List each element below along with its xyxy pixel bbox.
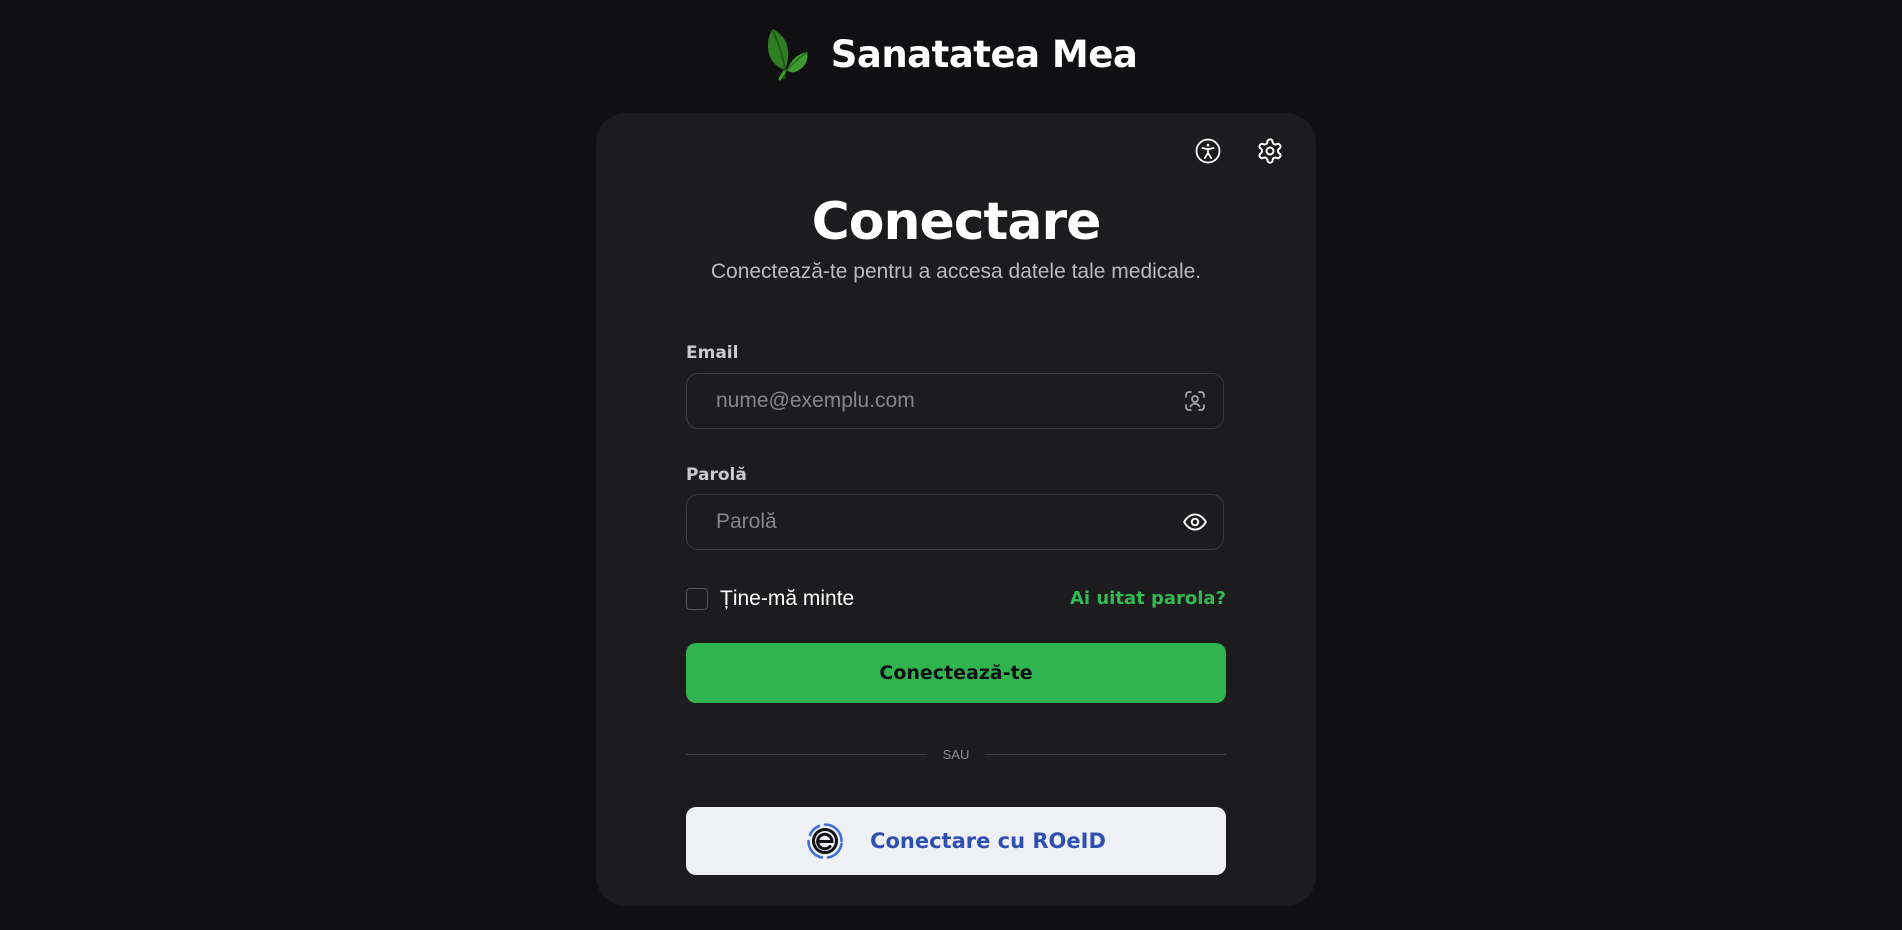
password-field[interactable] <box>687 495 1157 549</box>
password-label: Parolă <box>686 465 747 485</box>
page-subtitle: Conectează-te pentru a accesa datele tal… <box>710 260 1202 283</box>
app-title: Sanatatea Mea <box>830 32 1138 76</box>
remember-me-label: Ține-mă minte <box>720 587 855 610</box>
accessibility-icon <box>1194 137 1222 169</box>
divider-line-right <box>985 753 1227 755</box>
divider-line-left <box>686 753 927 755</box>
brand-header: Sanatatea Mea <box>0 26 1902 82</box>
eye-icon[interactable] <box>1181 508 1209 536</box>
accessibility-button[interactable] <box>1189 134 1227 172</box>
remember-me[interactable]: Ține-mă minte <box>686 585 854 613</box>
gear-icon <box>1256 137 1284 169</box>
settings-button[interactable] <box>1251 134 1289 172</box>
password-field-wrapper <box>686 494 1224 550</box>
remember-me-checkbox[interactable] <box>686 588 708 610</box>
roeid-login-label: Conectare cu ROeID <box>870 829 1106 853</box>
login-card: Conectare Conectează-te pentru a accesa … <box>596 113 1316 906</box>
leaf-icon <box>765 26 811 82</box>
or-divider: SAU <box>686 744 1227 764</box>
contact-scan-icon[interactable] <box>1181 387 1209 415</box>
forgot-password-link[interactable]: Ai uitat parola? <box>1070 585 1226 613</box>
roeid-login-button[interactable]: Conectare cu ROeID <box>686 807 1226 875</box>
email-field-wrapper <box>686 373 1224 429</box>
email-field[interactable] <box>687 374 1157 428</box>
page-title: Conectare <box>811 192 1102 252</box>
roeid-logo-icon <box>806 822 844 860</box>
divider-label: SAU <box>942 746 970 762</box>
email-label: Email <box>686 343 739 363</box>
login-button[interactable]: Conectează-te <box>686 643 1226 703</box>
